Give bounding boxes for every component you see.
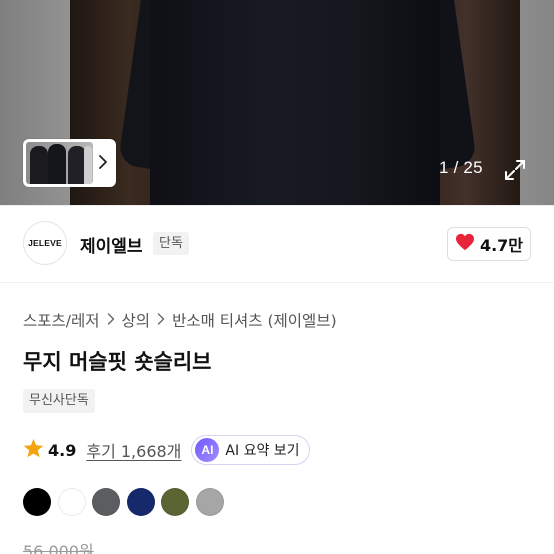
original-price: 56,000원	[23, 542, 94, 554]
image-counter: 1 / 25	[439, 158, 483, 177]
chevron-right-icon	[107, 311, 115, 329]
color-swatch-navy[interactable]	[126, 488, 155, 516]
ai-summary-button[interactable]: AI AI 요약 보기	[191, 435, 310, 465]
breadcrumb-item-sports[interactable]: 스포츠/레저	[23, 309, 100, 331]
color-swatches	[23, 488, 224, 516]
breadcrumb-item-tshirt[interactable]: 반소매 티셔츠 (제이엘브)	[172, 309, 337, 331]
reviews-link[interactable]: 후기 1,668개	[86, 438, 181, 462]
product-image[interactable]: 1 / 25	[0, 0, 554, 205]
like-button[interactable]: 4.7만	[447, 227, 531, 261]
product-title: 무지 머슬핏 숏슬리브	[23, 350, 212, 374]
color-swatch-black[interactable]	[23, 488, 51, 516]
rating-value: 4.9	[48, 440, 77, 460]
section-divider	[0, 282, 554, 290]
thumbnail-strip[interactable]	[23, 139, 116, 187]
color-swatch-khaki[interactable]	[161, 488, 189, 516]
color-swatch-charcoal[interactable]	[92, 488, 120, 516]
ai-icon: AI	[195, 438, 220, 462]
expand-icon[interactable]	[500, 155, 530, 185]
chevron-right-icon	[157, 311, 165, 329]
brand-row: JELEVE 제이엘브 단독 4.7만	[0, 221, 554, 267]
brand-name[interactable]: 제이엘브	[80, 232, 143, 257]
divider	[0, 205, 554, 206]
chevron-right-icon[interactable]	[93, 154, 113, 173]
thumbnail-image[interactable]	[26, 142, 94, 184]
like-count: 4.7만	[479, 236, 524, 255]
rating-row: 4.9 후기 1,668개 AI AI 요약 보기	[23, 435, 310, 465]
brand-logo[interactable]: JELEVE	[23, 221, 67, 265]
heart-icon	[455, 233, 475, 255]
color-swatch-gray[interactable]	[195, 488, 224, 516]
breadcrumb-item-top[interactable]: 상의	[122, 309, 151, 331]
exclusive-badge: 무신사단독	[23, 389, 95, 413]
shirt-body	[150, 0, 440, 205]
color-swatch-white[interactable]	[57, 488, 86, 516]
brand-exclusive-tag: 단독	[153, 232, 189, 255]
breadcrumb: 스포츠/레저 상의 반소매 티셔츠 (제이엘브)	[23, 309, 337, 331]
brand-logo-text: JELEVE	[28, 238, 62, 248]
star-icon	[23, 438, 44, 462]
ai-summary-label: AI 요약 보기	[225, 443, 300, 459]
